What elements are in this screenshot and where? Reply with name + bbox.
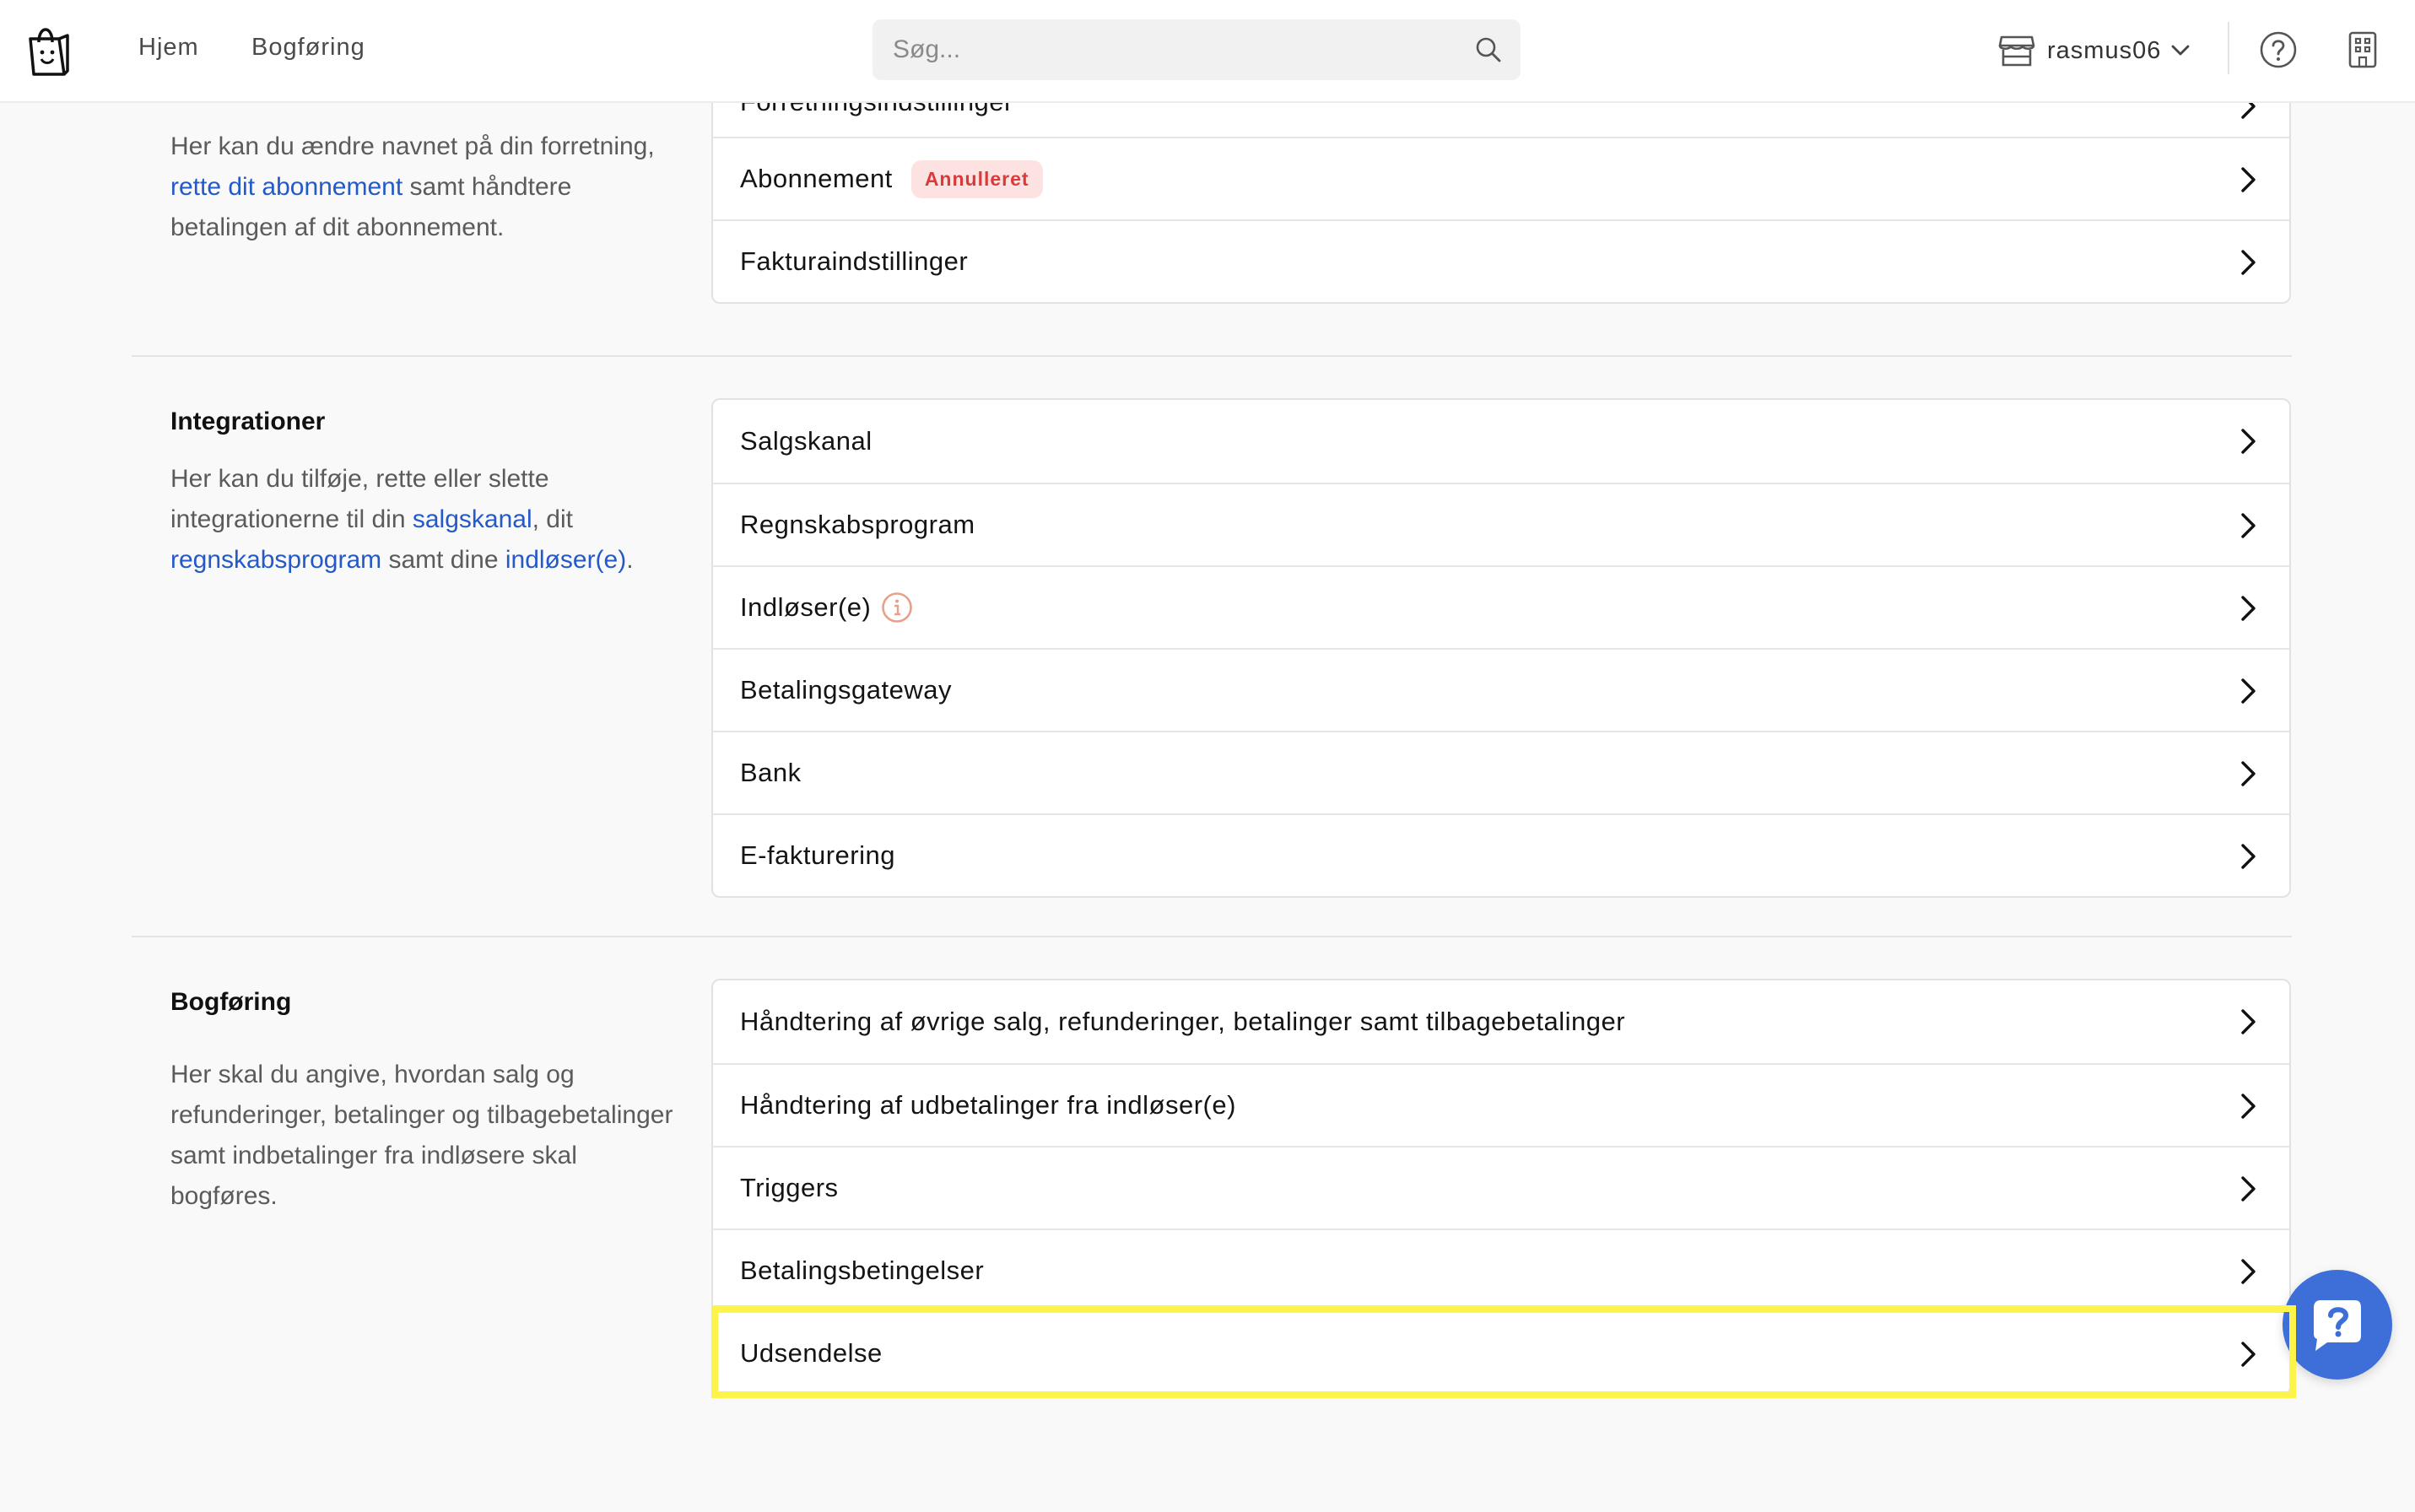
top-navigation-bar: Hjem Bogføring rasmus06 — [0, 0, 2415, 103]
row-other-sales-handling[interactable]: Håndtering af øvrige salg, refunderinger… — [713, 980, 2289, 1063]
topbar-divider — [2228, 22, 2229, 74]
chevron-right-icon — [2241, 429, 2256, 454]
chevron-right-icon — [2241, 596, 2256, 621]
chevron-right-icon — [2241, 513, 2256, 538]
description-text: samt dine — [381, 546, 505, 574]
search-input[interactable] — [893, 19, 1467, 80]
integrations-card: Salgskanal Regnskabsprogram Indløser(e) … — [711, 398, 2291, 898]
row-label: Fakturaindstillinger — [740, 246, 969, 276]
row-label: Bank — [740, 758, 802, 787]
row-payment-terms[interactable]: Betalingsbetingelser — [713, 1228, 2289, 1311]
integrations-description: Her kan du tilføje, rette eller slette i… — [170, 459, 677, 580]
description-text: Her kan du ændre navnet på din forretnin… — [170, 132, 655, 160]
row-payout-handling[interactable]: Håndtering af udbetalinger fra indløser(… — [713, 1063, 2289, 1146]
row-label: Abonnement — [740, 164, 893, 193]
row-label: Salgskanal — [740, 426, 873, 456]
search-box — [873, 19, 1521, 80]
chevron-right-icon — [2241, 761, 2256, 786]
chevron-right-icon — [2241, 1176, 2256, 1202]
help-circle-icon[interactable] — [2259, 30, 2298, 69]
row-sales-channel[interactable]: Salgskanal — [713, 400, 2289, 483]
building-icon[interactable] — [2346, 30, 2380, 69]
store-name: rasmus06 — [2047, 36, 2162, 64]
row-label: Betalingsbetingelser — [740, 1256, 985, 1285]
accounting-card: Håndtering af øvrige salg, refunderinger… — [711, 979, 2291, 1396]
accounting-program-link[interactable]: regnskabsprogram — [170, 546, 381, 574]
row-triggers[interactable]: Triggers — [713, 1146, 2289, 1228]
chevron-right-icon — [2241, 1094, 2256, 1119]
row-invoice-settings[interactable]: Fakturaindstillinger — [713, 219, 2289, 302]
description-text: , dit — [532, 505, 573, 533]
info-icon[interactable] — [881, 591, 913, 624]
chevron-right-icon — [2241, 1342, 2256, 1367]
subscription-link[interactable]: rette dit abonnement — [170, 173, 402, 201]
row-acquirers[interactable]: Indløser(e) — [713, 565, 2289, 648]
row-label: Håndtering af udbetalinger fra indløser(… — [740, 1090, 1236, 1120]
accounting-description: Her skal du angive, hvordan salg og refu… — [170, 1061, 673, 1210]
status-badge: Annulleret — [910, 159, 1043, 198]
business-settings-card: Forretningsindstillinger Abonnement Annu… — [711, 68, 2291, 304]
chevron-down-icon — [2171, 45, 2190, 56]
nav-link-bookkeeping[interactable]: Bogføring — [251, 34, 365, 62]
chevron-right-icon — [2241, 167, 2256, 192]
chevron-right-icon — [2241, 1259, 2256, 1284]
search-icon[interactable] — [1475, 36, 1502, 63]
business-section-description: Her kan du ændre navnet på din forretnin… — [170, 127, 677, 248]
row-label: Betalingsgateway — [740, 675, 952, 705]
section-divider — [132, 355, 2292, 357]
accounting-title: Bogføring — [170, 988, 292, 1016]
sales-channel-link[interactable]: salgskanal — [413, 505, 532, 533]
chevron-right-icon — [2241, 250, 2256, 275]
row-label: Triggers — [740, 1173, 839, 1202]
store-switcher[interactable]: rasmus06 — [1998, 30, 2190, 71]
shopping-bag-logo-icon[interactable] — [25, 20, 71, 78]
acquirer-link[interactable]: indløser(e) — [505, 546, 626, 574]
row-label: E-fakturering — [740, 840, 895, 870]
chevron-right-icon — [2241, 678, 2256, 704]
store-icon — [1998, 35, 2035, 67]
chevron-right-icon — [2241, 1009, 2256, 1034]
chat-help-icon — [2314, 1300, 2361, 1351]
chat-help-button[interactable] — [2283, 1270, 2392, 1380]
row-label: Regnskabsprogram — [740, 510, 975, 539]
row-label: Indløser(e) — [740, 592, 872, 622]
nav-link-home[interactable]: Hjem — [138, 34, 199, 62]
row-payment-gateway[interactable]: Betalingsgateway — [713, 648, 2289, 731]
row-bank[interactable]: Bank — [713, 731, 2289, 813]
section-divider — [132, 936, 2292, 937]
row-label: Udsendelse — [740, 1338, 883, 1368]
integrations-title: Integrationer — [170, 408, 326, 435]
chevron-right-icon — [2241, 844, 2256, 869]
row-dispatch[interactable]: Udsendelse — [713, 1311, 2289, 1394]
row-e-invoicing[interactable]: E-fakturering — [713, 813, 2289, 896]
row-accounting-program[interactable]: Regnskabsprogram — [713, 483, 2289, 565]
description-text: . — [626, 546, 634, 574]
row-label: Håndtering af øvrige salg, refunderinger… — [740, 1007, 1626, 1036]
row-subscription[interactable]: Abonnement Annulleret — [713, 137, 2289, 219]
